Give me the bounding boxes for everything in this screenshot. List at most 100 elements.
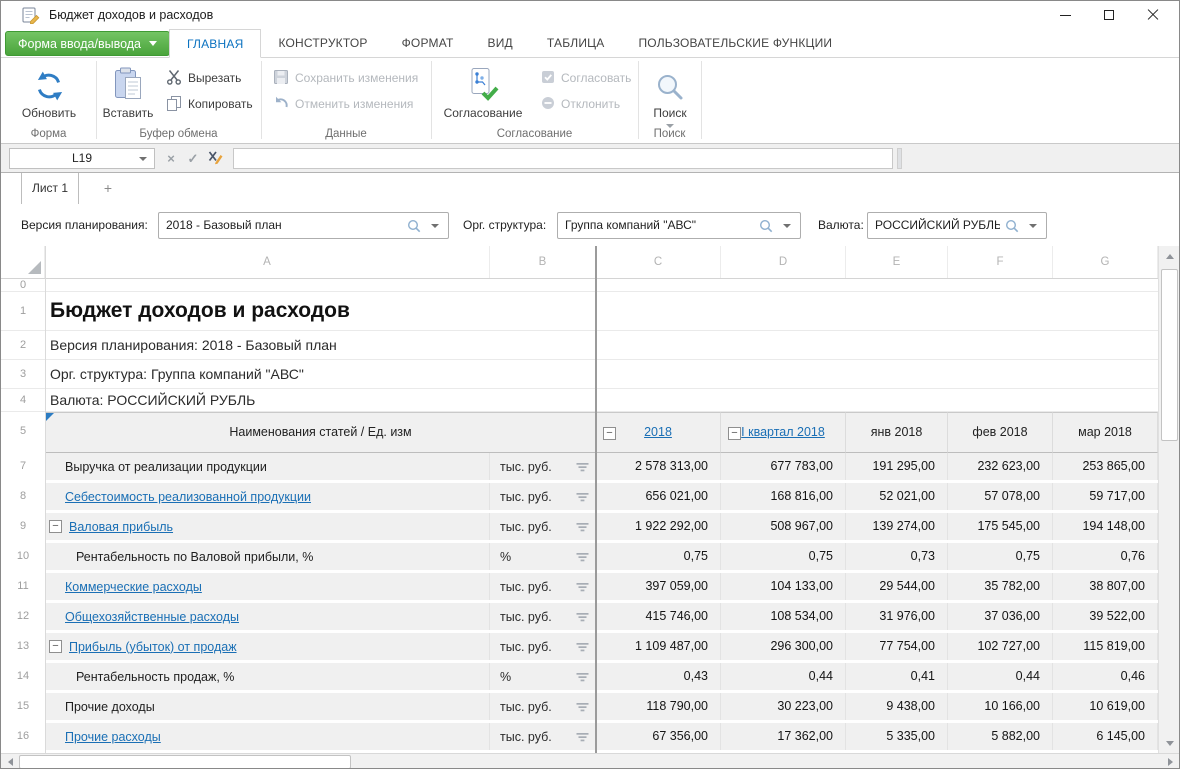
value-cell[interactable]: 175 545,00 (948, 513, 1053, 540)
value-cell[interactable]: 104 133,00 (721, 573, 846, 600)
unit-cell[interactable]: % (490, 663, 596, 690)
row-header[interactable]: 14 (1, 663, 45, 690)
value-cell[interactable]: 1 922 292,00 (596, 513, 721, 540)
value-cell[interactable]: 253 865,00 (1053, 453, 1158, 480)
row-header[interactable]: 12 (1, 603, 45, 630)
unit-cell[interactable]: тыс. руб. (490, 633, 596, 660)
search-icon[interactable] (1005, 219, 1020, 239)
row-header[interactable]: 3 (1, 360, 45, 388)
value-cell[interactable]: 296 300,00 (721, 633, 846, 660)
refresh-button[interactable]: Обновить (9, 61, 89, 137)
value-cell[interactable]: 52 021,00 (846, 483, 948, 510)
collapse-icon[interactable]: − (728, 427, 741, 440)
unit-cell[interactable]: % (490, 543, 596, 570)
filter-icon[interactable] (576, 642, 589, 656)
cell-name-box[interactable]: L19 (9, 148, 155, 169)
row-header[interactable]: 0 (1, 279, 45, 291)
value-cell[interactable]: 77 754,00 (846, 633, 948, 660)
value-cell[interactable]: 0,75 (948, 543, 1053, 570)
confirm-entry-button[interactable]: ✓ (182, 148, 204, 169)
article-cell[interactable]: Рентабельность продаж, % (45, 663, 490, 690)
value-cell[interactable]: 0,44 (948, 663, 1053, 690)
value-cell[interactable]: 35 782,00 (948, 573, 1053, 600)
article-link[interactable]: Себестоимость реализованной продукции (65, 490, 311, 504)
row-header[interactable]: 11 (1, 573, 45, 600)
tab-format[interactable]: ФОРМАТ (385, 29, 471, 58)
value-cell[interactable]: 0,46 (1053, 663, 1158, 690)
row-header[interactable]: 16 (1, 723, 45, 750)
year-header-cell[interactable]: − 2018 (596, 412, 721, 453)
value-cell[interactable]: 1 109 487,00 (596, 633, 721, 660)
cell[interactable] (45, 279, 1158, 291)
value-cell[interactable]: 9 438,00 (846, 693, 948, 720)
unit-cell[interactable]: тыс. руб. (490, 603, 596, 630)
value-cell[interactable]: 59 717,00 (1053, 483, 1158, 510)
row-header[interactable]: 9 (1, 513, 45, 540)
collapse-icon[interactable]: − (49, 640, 62, 653)
version-filter-combo[interactable]: 2018 - Базовый план (158, 212, 449, 239)
article-cell[interactable]: Общехозяйственные расходы (45, 603, 490, 630)
row-header[interactable]: 4 (1, 389, 45, 411)
value-cell[interactable]: 0,41 (846, 663, 948, 690)
maximize-button[interactable] (1087, 1, 1131, 29)
close-button[interactable] (1131, 1, 1175, 29)
article-link[interactable]: Валовая прибыль (69, 520, 173, 534)
approval-button[interactable]: Согласование (438, 61, 528, 137)
tab-tablitsa[interactable]: ТАБЛИЦА (530, 29, 622, 58)
value-cell[interactable]: 0,43 (596, 663, 721, 690)
org-filter-combo[interactable]: Группа компаний "АВС" (557, 212, 801, 239)
row-header[interactable]: 2 (1, 331, 45, 359)
row-header[interactable]: 8 (1, 483, 45, 510)
tab-user-functions[interactable]: ПОЛЬЗОВАТЕЛЬСКИЕ ФУНКЦИИ (621, 29, 849, 58)
row-header[interactable]: 7 (1, 453, 45, 480)
unit-cell[interactable]: тыс. руб. (490, 453, 596, 480)
filter-icon[interactable] (576, 612, 589, 626)
quarter-link[interactable]: I квартал 2018 (741, 425, 825, 439)
article-cell[interactable]: Прочие доходы (45, 693, 490, 720)
filter-icon[interactable] (576, 582, 589, 596)
value-cell[interactable]: 0,75 (596, 543, 721, 570)
value-cell[interactable]: 5 882,00 (948, 723, 1053, 750)
tab-vid[interactable]: ВИД (471, 29, 530, 58)
search-button[interactable]: Поиск (642, 61, 698, 137)
column-header[interactable]: A (45, 246, 490, 278)
row-header[interactable]: 13 (1, 633, 45, 660)
value-cell[interactable]: 10 166,00 (948, 693, 1053, 720)
month-header-cell[interactable]: мар 2018 (1053, 412, 1158, 453)
copy-button[interactable]: Копировать (166, 93, 253, 115)
unit-cell[interactable]: тыс. руб. (490, 573, 596, 600)
unit-cell[interactable]: тыс. руб. (490, 483, 596, 510)
article-link[interactable]: Коммерческие расходы (65, 580, 202, 594)
column-header[interactable]: G (1053, 246, 1158, 278)
value-cell[interactable]: 31 976,00 (846, 603, 948, 630)
articles-header-cell[interactable]: Наименования статей / Ед. изм (45, 412, 596, 453)
article-cell[interactable]: Коммерческие расходы (45, 573, 490, 600)
value-cell[interactable]: 656 021,00 (596, 483, 721, 510)
value-cell[interactable]: 30 223,00 (721, 693, 846, 720)
filter-icon[interactable] (576, 552, 589, 566)
value-cell[interactable]: 0,73 (846, 543, 948, 570)
value-cell[interactable]: 397 059,00 (596, 573, 721, 600)
value-cell[interactable]: 38 807,00 (1053, 573, 1158, 600)
filter-icon[interactable] (576, 732, 589, 746)
value-cell[interactable]: 0,44 (721, 663, 846, 690)
app-menu-button[interactable]: Форма ввода/вывода (5, 31, 170, 56)
article-link[interactable]: Прибыль (убыток) от продаж (69, 640, 237, 654)
value-cell[interactable]: 29 544,00 (846, 573, 948, 600)
search-icon[interactable] (759, 219, 774, 239)
tab-glavnaya[interactable]: ГЛАВНАЯ (169, 29, 261, 58)
vertical-scroll-thumb[interactable] (1161, 269, 1178, 441)
save-changes-button[interactable]: Сохранить изменения (273, 67, 418, 89)
value-cell[interactable]: 39 522,00 (1053, 603, 1158, 630)
month-header-cell[interactable]: фев 2018 (948, 412, 1053, 453)
article-cell[interactable]: Прочие расходы (45, 723, 490, 750)
scroll-down-button[interactable] (1159, 733, 1180, 753)
article-link[interactable]: Прочие расходы (65, 730, 161, 744)
chevron-down-icon[interactable] (1029, 224, 1037, 228)
column-header[interactable]: E (846, 246, 948, 278)
chevron-down-icon[interactable] (431, 224, 439, 228)
row-header[interactable]: 5 (1, 412, 45, 453)
value-cell[interactable]: 5 335,00 (846, 723, 948, 750)
filter-icon[interactable] (576, 672, 589, 686)
scroll-left-button[interactable] (1, 754, 19, 769)
